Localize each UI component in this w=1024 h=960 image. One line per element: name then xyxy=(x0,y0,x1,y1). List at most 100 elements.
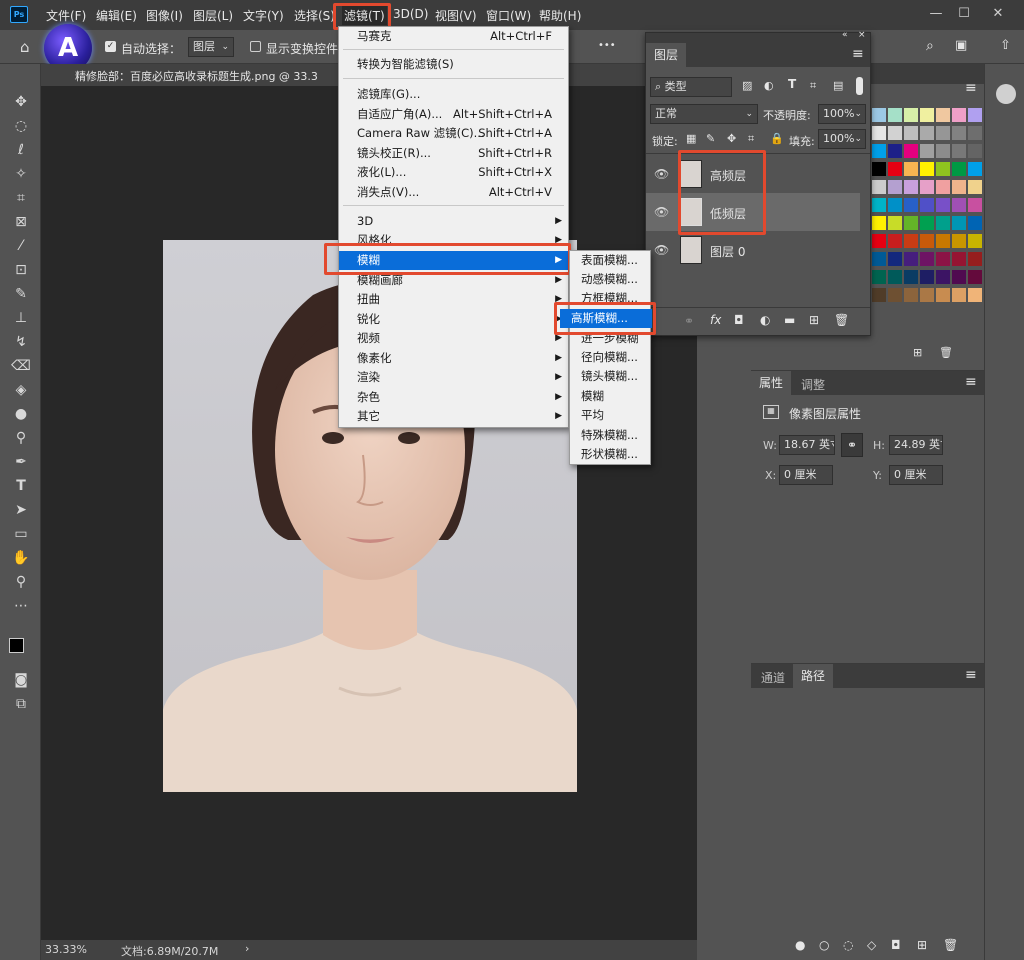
menu-item-adaptive-wide-angle[interactable]: 自适应广角(A)... Alt+Shift+Ctrl+A xyxy=(339,105,568,124)
filter-adjustment-icon[interactable]: ◐ xyxy=(764,79,774,92)
color-swatch[interactable] xyxy=(904,108,918,122)
layer-filter-kind-dropdown[interactable]: ⌕ 类型 xyxy=(650,77,732,97)
paint-bucket-tool-icon[interactable]: ◈ xyxy=(9,380,33,400)
menu-layer[interactable]: 图层(L) xyxy=(193,7,233,24)
history-brush-tool-icon[interactable]: ↯ xyxy=(9,332,33,352)
color-swatch[interactable] xyxy=(952,288,966,302)
color-swatch[interactable] xyxy=(888,126,902,140)
menu-3d[interactable]: 3D(D) xyxy=(393,7,428,21)
rectangle-tool-icon[interactable]: ▭ xyxy=(9,524,33,544)
menu-item-lens-correction[interactable]: 镜头校正(R)... Shift+Ctrl+R xyxy=(339,144,568,163)
filter-shape-icon[interactable]: ⌗ xyxy=(810,79,816,93)
panel-menu-icon[interactable]: ≡ xyxy=(965,80,977,96)
color-swatch[interactable] xyxy=(904,234,918,248)
color-swatch[interactable] xyxy=(872,180,886,194)
x-field[interactable]: 0 厘米 xyxy=(779,465,833,485)
color-swatch[interactable] xyxy=(904,198,918,212)
load-selection-icon[interactable]: ◌ xyxy=(843,938,853,952)
filter-type-icon[interactable]: T xyxy=(788,77,796,91)
lock-image-icon[interactable]: ✎ xyxy=(706,132,715,145)
menu-item-pixelate[interactable]: 像素化 ▶ xyxy=(339,349,568,368)
magic-wand-tool-icon[interactable]: ✧ xyxy=(9,164,33,184)
collapse-icon[interactable]: « xyxy=(842,30,848,40)
auto-select-checkbox[interactable]: ✓ xyxy=(105,41,116,52)
menu-item-vanishing-point[interactable]: 消失点(V)... Alt+Ctrl+V xyxy=(339,183,568,202)
color-swatch[interactable] xyxy=(872,198,886,212)
panel-menu-icon[interactable]: ≡ xyxy=(965,374,977,390)
crop-tool-icon[interactable]: ⌗ xyxy=(9,188,33,208)
menu-item-noise[interactable]: 杂色 ▶ xyxy=(339,388,568,407)
color-swatch[interactable] xyxy=(872,108,886,122)
stroke-path-icon[interactable]: ○ xyxy=(819,938,829,952)
submenu-item-blur[interactable]: 模糊 xyxy=(570,387,650,406)
add-mask-icon[interactable]: ◘ xyxy=(891,938,901,952)
fill-path-icon[interactable]: ● xyxy=(795,938,805,952)
color-swatch[interactable] xyxy=(904,288,918,302)
color-swatch[interactable] xyxy=(920,108,934,122)
hand-tool-icon[interactable]: ✋ xyxy=(9,548,33,568)
color-swatch[interactable] xyxy=(968,108,982,122)
color-swatch[interactable] xyxy=(952,216,966,230)
new-layer-icon[interactable]: ⊞ xyxy=(809,313,819,327)
home-icon[interactable]: ⌂ xyxy=(20,38,30,56)
visibility-eye-icon[interactable]: 👁 xyxy=(654,167,669,181)
menu-edit[interactable]: 编辑(E) xyxy=(96,7,137,24)
menu-item-convert-smart-filter[interactable]: 转换为智能滤镜(S) xyxy=(339,55,568,74)
menu-help[interactable]: 帮助(H) xyxy=(539,7,581,24)
tab-layers[interactable]: 图层 xyxy=(646,43,686,67)
link-icon[interactable]: ⚭ xyxy=(841,433,863,457)
submenu-item-average[interactable]: 平均 xyxy=(570,406,650,425)
link-layers-icon[interactable]: ⚭ xyxy=(684,314,694,328)
color-swatch[interactable] xyxy=(936,162,950,176)
color-swatch[interactable] xyxy=(968,126,982,140)
color-swatch[interactable] xyxy=(952,252,966,266)
auto-select-target-dropdown[interactable]: 图层 ⌄ xyxy=(188,37,234,57)
marquee-tool-icon[interactable]: ◌ xyxy=(9,116,33,136)
color-swatch[interactable] xyxy=(904,126,918,140)
color-swatch[interactable] xyxy=(936,108,950,122)
delete-swatch-icon[interactable]: 🗑 xyxy=(939,346,953,359)
tab-properties[interactable]: 属性 xyxy=(751,371,791,395)
lock-transparent-icon[interactable]: ▦ xyxy=(686,132,696,145)
healing-tool-icon[interactable]: ⊡ xyxy=(9,260,33,280)
lasso-tool-icon[interactable]: ℓ xyxy=(9,140,33,160)
menu-file[interactable]: 文件(F) xyxy=(46,7,86,24)
color-swatch[interactable] xyxy=(936,216,950,230)
share-icon[interactable]: ⇧ xyxy=(1000,38,1011,53)
menu-item-video[interactable]: 视频 ▶ xyxy=(339,329,568,348)
more-options-icon[interactable]: ••• xyxy=(598,40,616,51)
submenu-item-shape-blur[interactable]: 形状模糊... xyxy=(570,445,650,464)
quick-mask-icon[interactable]: ◙ xyxy=(9,670,33,690)
mask-icon[interactable]: ◘ xyxy=(734,313,744,327)
fill-field[interactable]: 100% ⌄ xyxy=(818,129,866,149)
color-swatch[interactable] xyxy=(920,234,934,248)
menu-image[interactable]: 图像(I) xyxy=(146,7,183,24)
delete-path-icon[interactable]: 🗑 xyxy=(943,938,958,952)
adjustment-layer-icon[interactable]: ◐ xyxy=(760,313,770,327)
chevron-right-icon[interactable]: › xyxy=(245,942,249,955)
menu-item-other[interactable]: 其它 ▶ xyxy=(339,407,568,426)
filter-smart-object-icon[interactable]: ▤ xyxy=(833,79,843,92)
visibility-eye-icon[interactable]: 👁 xyxy=(654,243,669,257)
pen-tool-icon[interactable]: ✒ xyxy=(9,452,33,472)
color-swatch[interactable] xyxy=(872,126,886,140)
filter-pixel-icon[interactable]: ▨ xyxy=(742,79,752,92)
color-swatch[interactable] xyxy=(904,270,918,284)
lock-position-icon[interactable]: ✥ xyxy=(727,132,736,145)
menu-item-mosaic[interactable]: 马赛克 Alt+Ctrl+F xyxy=(339,27,568,46)
foreground-color-swatch[interactable] xyxy=(9,638,24,653)
color-swatch[interactable] xyxy=(952,126,966,140)
eyedropper-tool-icon[interactable]: ⁄ xyxy=(9,236,33,256)
menu-view[interactable]: 视图(V) xyxy=(435,7,477,24)
color-swatch[interactable] xyxy=(920,216,934,230)
width-field[interactable]: 18.67 英寸 xyxy=(779,435,835,455)
menu-item-filter-gallery[interactable]: 滤镜库(G)... xyxy=(339,85,568,104)
color-swatch[interactable] xyxy=(968,180,982,194)
y-field[interactable]: 0 厘米 xyxy=(889,465,943,485)
color-swatch[interactable] xyxy=(936,288,950,302)
submenu-item-smart-blur[interactable]: 特殊模糊... xyxy=(570,426,650,445)
color-swatch[interactable] xyxy=(968,270,982,284)
color-swatch[interactable] xyxy=(952,162,966,176)
more-tools-icon[interactable]: ⋯ xyxy=(9,596,33,616)
color-swatch[interactable] xyxy=(952,270,966,284)
